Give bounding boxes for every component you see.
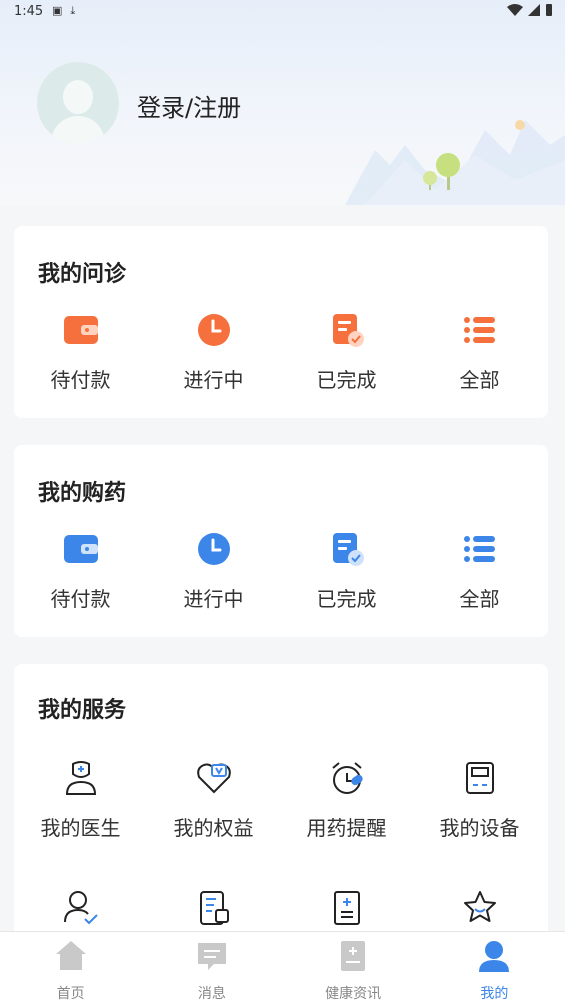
medicine-pending-payment[interactable]: 待付款 bbox=[14, 529, 147, 612]
service-item-8[interactable] bbox=[413, 888, 546, 928]
status-notification-icons: ▣ ⤓ bbox=[52, 4, 75, 18]
star-icon bbox=[463, 891, 496, 922]
download-icon: ⤓ bbox=[70, 4, 76, 17]
wifi-icon bbox=[507, 4, 523, 16]
device-icon bbox=[465, 762, 494, 794]
item-label: 待付款 bbox=[50, 587, 111, 611]
clock-icon bbox=[197, 533, 230, 565]
service-item-7[interactable] bbox=[280, 888, 413, 928]
status-time: 1:45 bbox=[14, 4, 44, 19]
item-label: 全部 bbox=[459, 587, 500, 611]
service-my-benefits[interactable]: 我的权益 bbox=[147, 758, 280, 841]
profile-icon bbox=[479, 941, 510, 972]
consultation-completed[interactable]: 已完成 bbox=[280, 310, 413, 393]
consultation-card: 我的问诊 待付款 进行中 已完成 全部 bbox=[14, 226, 548, 418]
checklist-icon bbox=[332, 533, 364, 566]
tab-label: 消息 bbox=[197, 986, 226, 1002]
wallet-icon bbox=[63, 535, 98, 563]
item-label: 进行中 bbox=[183, 587, 244, 611]
tab-label: 健康资讯 bbox=[325, 986, 382, 1002]
medicine-in-progress[interactable]: 进行中 bbox=[147, 529, 280, 612]
tab-home[interactable]: 首页 bbox=[0, 932, 141, 1004]
doctor-icon bbox=[65, 761, 96, 795]
status-system-icons bbox=[507, 3, 553, 17]
message-icon bbox=[197, 943, 226, 970]
services-card: 我的服务 我的医生 我的权益 用药提醒 我的设备 bbox=[14, 664, 548, 944]
tab-profile[interactable]: 我的 bbox=[424, 932, 565, 1004]
item-label: 已完成 bbox=[316, 587, 377, 611]
alarm-icon bbox=[331, 762, 363, 794]
service-my-devices[interactable]: 我的设备 bbox=[413, 758, 546, 841]
signal-icon bbox=[528, 4, 540, 16]
news-icon bbox=[341, 941, 366, 971]
checklist-icon bbox=[332, 314, 364, 347]
consultation-all[interactable]: 全部 bbox=[413, 310, 546, 393]
profile-header: 1:45 ▣ ⤓ 登录/注册 bbox=[0, 0, 565, 205]
list-icon bbox=[463, 536, 495, 562]
avatar[interactable] bbox=[37, 62, 119, 144]
login-register-link[interactable]: 登录/注册 bbox=[137, 88, 241, 123]
app-notification-icon: ▣ bbox=[52, 4, 63, 17]
wallet-icon bbox=[63, 316, 98, 344]
tab-messages[interactable]: 消息 bbox=[141, 932, 282, 1004]
battery-icon bbox=[546, 4, 552, 16]
service-my-doctor[interactable]: 我的医生 bbox=[14, 758, 147, 841]
item-label: 待付款 bbox=[50, 368, 111, 392]
medicine-completed[interactable]: 已完成 bbox=[280, 529, 413, 612]
medical-book-icon bbox=[333, 891, 360, 925]
tab-health-news[interactable]: 健康资讯 bbox=[283, 932, 424, 1004]
clock-icon bbox=[197, 314, 230, 346]
item-label: 我的设备 bbox=[439, 816, 520, 840]
records-icon bbox=[199, 891, 229, 925]
service-item-6[interactable] bbox=[147, 888, 280, 928]
consultation-in-progress[interactable]: 进行中 bbox=[147, 310, 280, 393]
services-title: 我的服务 bbox=[38, 698, 127, 723]
user-check-icon bbox=[63, 891, 98, 925]
medicine-card: 我的购药 待付款 进行中 已完成 全部 bbox=[14, 445, 548, 637]
list-icon bbox=[463, 317, 495, 343]
service-item-5[interactable] bbox=[14, 888, 147, 928]
item-label: 用药提醒 bbox=[306, 816, 387, 840]
consultation-pending-payment[interactable]: 待付款 bbox=[14, 310, 147, 393]
scenery-illustration bbox=[345, 120, 565, 205]
consultation-title: 我的问诊 bbox=[38, 262, 127, 287]
heart-badge-icon bbox=[196, 763, 231, 794]
medicine-title: 我的购药 bbox=[38, 481, 127, 506]
status-bar: 1:45 ▣ ⤓ bbox=[0, 0, 565, 24]
item-label: 我的权益 bbox=[173, 816, 254, 840]
bottom-tab-bar: 首页 消息 健康资讯 我的 bbox=[0, 931, 565, 1004]
service-medication-reminder[interactable]: 用药提醒 bbox=[280, 758, 413, 841]
medicine-all[interactable]: 全部 bbox=[413, 529, 546, 612]
item-label: 我的医生 bbox=[40, 816, 121, 840]
home-icon bbox=[55, 941, 86, 970]
tab-label: 首页 bbox=[56, 986, 85, 1002]
tab-label: 我的 bbox=[480, 986, 509, 1002]
item-label: 已完成 bbox=[316, 368, 377, 392]
item-label: 全部 bbox=[459, 368, 500, 392]
item-label: 进行中 bbox=[183, 368, 244, 392]
